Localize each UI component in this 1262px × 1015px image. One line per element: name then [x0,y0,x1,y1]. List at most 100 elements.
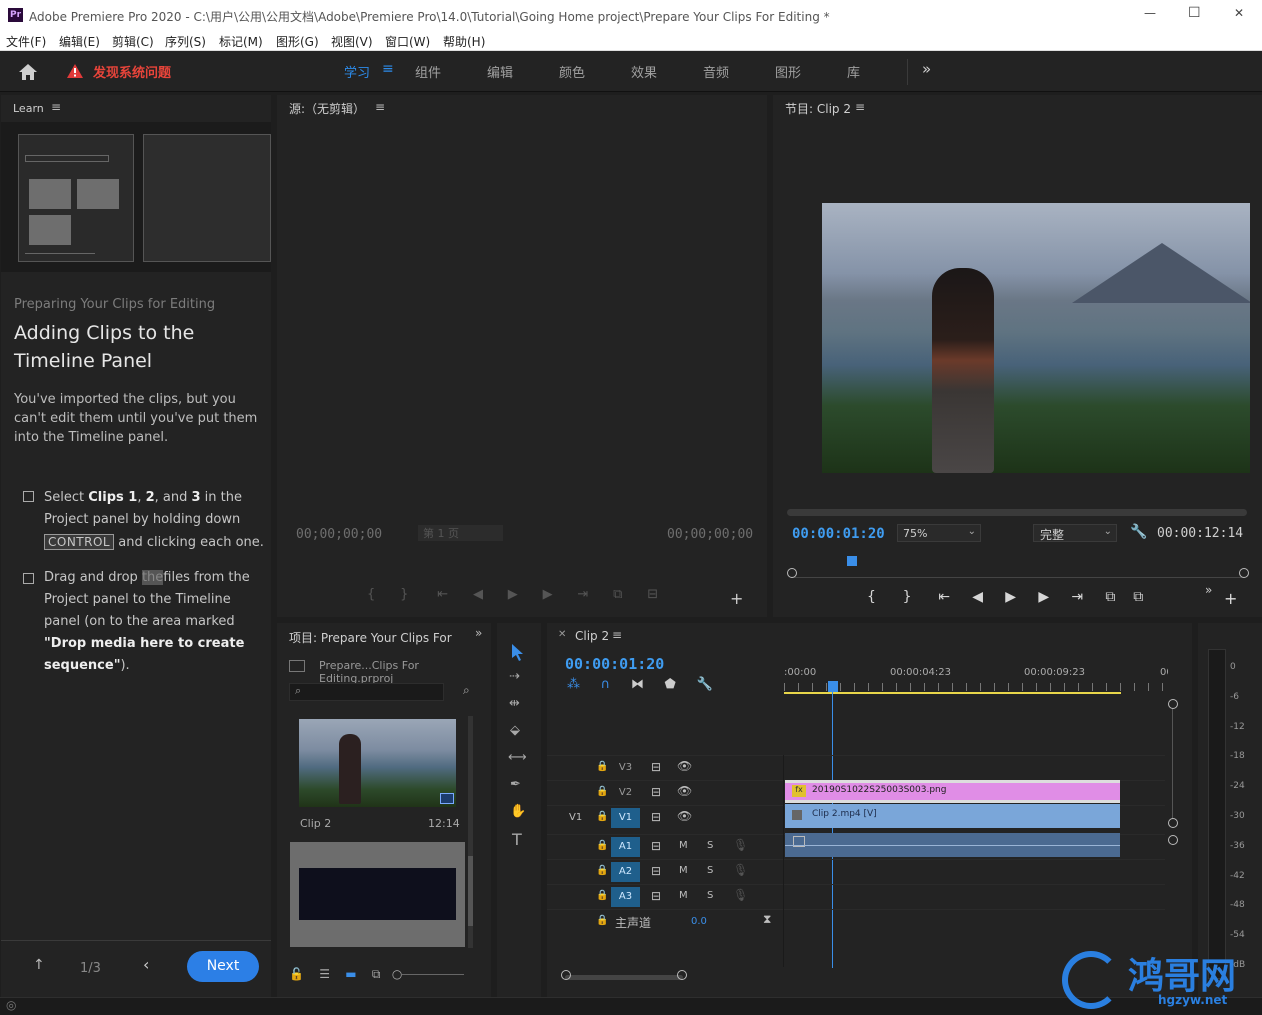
linked-selection-icon[interactable]: ⧓ [631,677,644,692]
h-scroll-bar[interactable] [565,975,683,980]
pen-tool-icon[interactable]: ✒ [510,777,521,792]
project-scrollbar[interactable] [468,716,473,948]
sync-lock-icon[interactable]: ⊟ [651,810,661,824]
menu-help[interactable]: 帮助(H) [443,33,485,50]
sync-lock-icon[interactable]: ⊟ [651,785,661,799]
step-forward-icon[interactable]: ▶ [1038,589,1049,605]
h-scroll-handle-right[interactable] [677,970,687,980]
sync-lock-icon[interactable]: ⊟ [651,760,661,774]
tab-graphics[interactable]: 图形 [775,62,801,81]
microphone-icon[interactable]: 🎙 [733,863,748,877]
step-2-checkbox[interactable] [23,573,34,584]
solo-button[interactable]: S [707,890,713,901]
menu-window[interactable]: 窗口(W) [385,33,430,50]
eye-icon[interactable]: 👁 [677,759,692,773]
zoom-slider-handle[interactable]: ○ [392,967,402,981]
track-target-a3[interactable]: A3 [611,887,640,907]
add-button-icon[interactable]: + [730,589,743,608]
mute-button[interactable]: M [679,865,688,876]
timeline-ruler[interactable]: :00:00 00:00:04:23 00:00:09:23 00 [784,659,1168,695]
lock-icon[interactable]: 🔓 [289,967,304,981]
track-target-a2[interactable]: A2 [611,862,640,882]
menu-view[interactable]: 视图(V) [331,33,373,50]
mark-in-icon[interactable]: { [867,589,876,605]
sync-lock-icon[interactable]: ⊟ [651,864,661,878]
settings-wrench-icon[interactable]: 🔧 [1130,524,1147,540]
close-tab-icon[interactable]: ✕ [558,629,566,640]
warning-icon[interactable] [66,63,84,79]
lift-icon[interactable]: ⧉ [1105,589,1115,605]
tab-audio[interactable]: 音频 [703,62,729,81]
tab-learn-menu-icon[interactable]: ≡ [382,61,394,77]
go-to-out-icon[interactable]: ⇥ [577,587,588,602]
razor-tool-icon[interactable]: ⬙ [510,723,520,738]
next-button[interactable]: Next [187,951,259,982]
status-indicator-icon[interactable]: ◎ [6,998,16,1012]
mark-out-icon[interactable]: } [903,589,912,605]
v-scroll-line[interactable] [1172,709,1173,819]
track-lock-icon[interactable]: 🔒 [596,915,608,926]
panel-menu-icon[interactable]: ≡ [855,100,865,114]
icon-view-icon[interactable]: ▬ [345,967,356,981]
v-scroll-lower[interactable] [1168,835,1178,845]
track-lock-icon[interactable]: 🔒 [596,811,608,822]
slip-tool-icon[interactable]: ⟷ [508,750,527,765]
track-target-v2[interactable]: V2 [611,783,640,803]
menu-sequence[interactable]: 序列(S) [165,33,206,50]
panel-menu-icon[interactable]: ≡ [51,100,61,114]
program-scroll-track[interactable] [787,509,1247,516]
zoom-slider[interactable] [402,974,465,975]
more-workspaces-icon[interactable]: » [922,60,931,78]
timeline-clip-a1[interactable] [785,833,1120,857]
list-view-icon[interactable]: ☰ [319,967,330,981]
overwrite-icon[interactable]: ⊟ [647,587,658,602]
track-lock-icon[interactable]: 🔒 [596,865,608,876]
menu-edit[interactable]: 编辑(E) [59,33,100,50]
previous-icon[interactable]: ‹ [143,955,149,974]
track-target-a1[interactable]: A1 [611,837,640,857]
clip-thumbnail[interactable] [299,719,456,807]
mark-out-icon[interactable]: } [400,587,408,602]
more-panels-icon[interactable]: » [475,626,482,640]
menu-marker[interactable]: 标记(M) [219,33,263,50]
track-lock-icon[interactable]: 🔒 [596,786,608,797]
track-select-tool-icon[interactable]: ⇢ [509,669,520,684]
clip-thumbnail-selected[interactable] [290,842,465,947]
tab-learn[interactable]: 学习 [344,62,370,81]
program-timecode[interactable]: 00:00:01:20 [792,526,885,542]
program-time-ruler[interactable] [791,556,1244,578]
timeline-timecode[interactable]: 00:00:01:20 [565,655,664,673]
source-page-select[interactable]: 第 1 页 [418,525,503,541]
microphone-icon[interactable]: 🎙 [733,838,748,852]
zoom-select[interactable]: 75% ⌄ [897,524,981,542]
step-1-checkbox[interactable] [23,491,34,502]
add-marker-icon[interactable]: ⬟ [665,677,676,692]
track-lock-icon[interactable]: 🔒 [596,840,608,851]
microphone-icon[interactable]: 🎙 [733,888,748,902]
go-to-out-icon[interactable]: ⇥ [1071,589,1083,605]
timeline-clip-v2[interactable]: fx 20190S1022S25003S003.png [785,780,1120,803]
v-scroll-mid[interactable] [1168,818,1178,828]
home-icon[interactable] [18,63,38,81]
menu-file[interactable]: 文件(F) [6,33,46,50]
menu-graphics[interactable]: 图形(G) [276,33,319,50]
mark-in-icon[interactable]: { [367,587,375,602]
mute-button[interactable]: M [679,840,688,851]
minimize-button[interactable]: — [1144,6,1164,20]
eye-icon[interactable]: 👁 [677,784,692,798]
up-arrow-icon[interactable]: ↑ [33,957,45,973]
project-search-input[interactable]: ⌕ [289,683,444,701]
solo-button[interactable]: S [707,865,713,876]
program-scroll-handle-right[interactable] [1239,568,1249,578]
insert-icon[interactable]: ⧉ [613,587,622,602]
track-target-v3[interactable]: V3 [611,758,640,778]
close-button[interactable]: ✕ [1234,6,1254,20]
maximize-button[interactable]: ☐ [1188,5,1208,21]
step-forward-icon[interactable]: ▶ [543,587,553,602]
tab-assembly[interactable]: 组件 [415,62,441,81]
more-controls-icon[interactable]: » [1205,583,1212,597]
ripple-edit-tool-icon[interactable]: ⇹ [509,696,520,711]
step-back-icon[interactable]: ◀ [473,587,483,602]
master-volume[interactable]: 0.0 [691,916,707,927]
nest-icon[interactable]: ⁂ [567,677,580,692]
